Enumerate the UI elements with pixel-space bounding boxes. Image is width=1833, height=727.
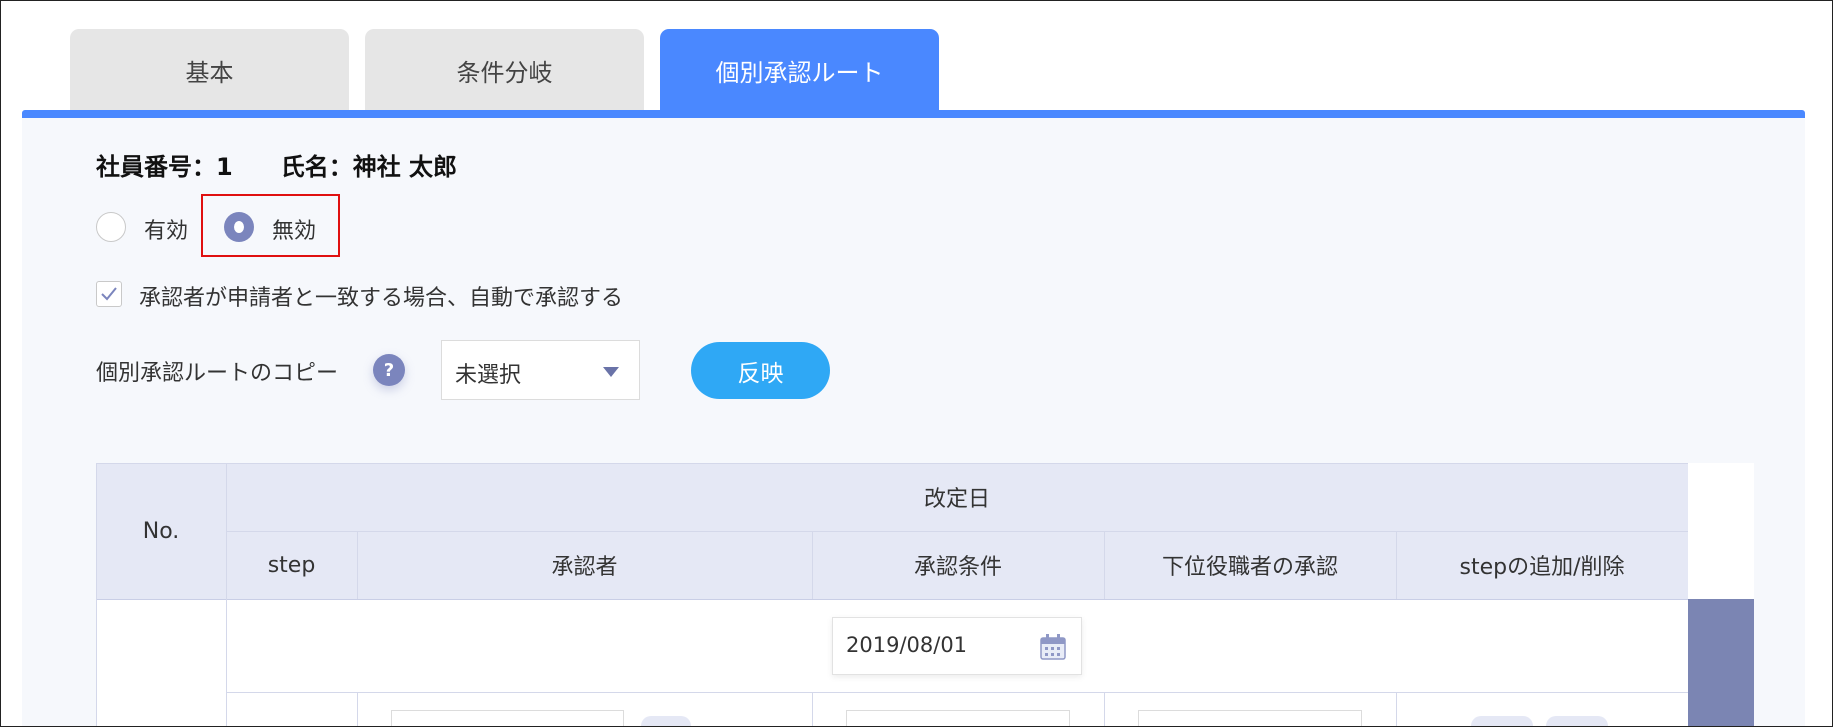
- tab-condition-branch-label: 条件分岐: [456, 58, 553, 87]
- header-approver: 承認者: [357, 531, 812, 599]
- radio-enabled-label: 有効: [144, 219, 189, 244]
- header-step: step: [226, 531, 357, 599]
- apply-button[interactable]: 反映: [691, 342, 830, 399]
- tab-basic[interactable]: 基本: [70, 29, 349, 111]
- tab-condition-branch[interactable]: 条件分岐: [365, 29, 644, 111]
- row-side-handle[interactable]: [1688, 599, 1754, 726]
- grid-line: [1396, 531, 1397, 599]
- grid-line: [226, 692, 1688, 693]
- condition-select[interactable]: [846, 710, 1070, 726]
- header-add-remove: stepの追加/削除: [1396, 531, 1688, 599]
- tab-basic-label: 基本: [185, 58, 234, 87]
- grid-line: [226, 531, 1688, 532]
- auto-approve-checkbox[interactable]: [96, 281, 122, 307]
- remove-step-button[interactable]: [1546, 716, 1608, 726]
- grid-line: [812, 531, 813, 599]
- grid-line: [1396, 693, 1397, 726]
- highlight-box: [201, 194, 340, 257]
- header-condition: 承認条件: [812, 531, 1104, 599]
- grid-line: [1104, 693, 1105, 726]
- approver-pill[interactable]: [641, 716, 691, 726]
- tab-individual-route-label: 個別承認ルート: [715, 58, 884, 87]
- table-right-gap: [1688, 463, 1754, 599]
- header-subordinate-approval: 下位役職者の承認: [1104, 531, 1396, 599]
- copy-route-select-value: 未選択: [455, 363, 522, 388]
- subordinate-approval-select[interactable]: [1138, 710, 1362, 726]
- grid-line: [96, 463, 1688, 464]
- chevron-down-icon: [603, 367, 619, 377]
- revision-date-value: 2019/08/01: [846, 633, 968, 657]
- header-no: No.: [96, 463, 226, 599]
- help-icon-glyph: ?: [383, 359, 395, 381]
- grid-line: [357, 693, 358, 726]
- header-approver-label: 承認者: [551, 555, 618, 580]
- employee-info: 社員番号：1 氏名：神社 太郎: [96, 153, 458, 181]
- check-icon: [101, 287, 117, 301]
- add-step-button[interactable]: [1471, 716, 1533, 726]
- radio-enabled[interactable]: [96, 212, 126, 242]
- tab-underline: [22, 110, 1805, 118]
- header-step-label: step: [267, 552, 316, 578]
- header-revision-date: 改定日: [226, 463, 1688, 531]
- header-add-remove-label: stepの追加/削除: [1459, 555, 1625, 580]
- grid-line: [226, 600, 227, 726]
- revision-date-input[interactable]: 2019/08/01: [832, 617, 1082, 675]
- grid-line: [1104, 531, 1105, 599]
- copy-route-label: 個別承認ルートのコピー: [96, 361, 339, 386]
- tab-individual-route[interactable]: 個別承認ルート: [660, 29, 939, 111]
- help-icon[interactable]: ?: [373, 354, 405, 386]
- header-condition-label: 承認条件: [913, 555, 1002, 580]
- auto-approve-label: 承認者が申請者と一致する場合、自動で承認する: [139, 286, 624, 311]
- grid-line: [812, 693, 813, 726]
- header-revision-date-label: 改定日: [923, 487, 990, 512]
- approver-input[interactable]: [391, 710, 624, 726]
- calendar-icon[interactable]: [1040, 634, 1066, 660]
- app-frame: 基本 条件分岐 個別承認ルート 社員番号：1 氏名：神社 太郎 有効 無効 承認…: [0, 0, 1833, 727]
- grid-line: [357, 531, 358, 599]
- header-subordinate-approval-label: 下位役職者の承認: [1161, 555, 1338, 580]
- copy-route-select[interactable]: 未選択: [441, 340, 640, 400]
- header-no-label: No.: [142, 518, 180, 544]
